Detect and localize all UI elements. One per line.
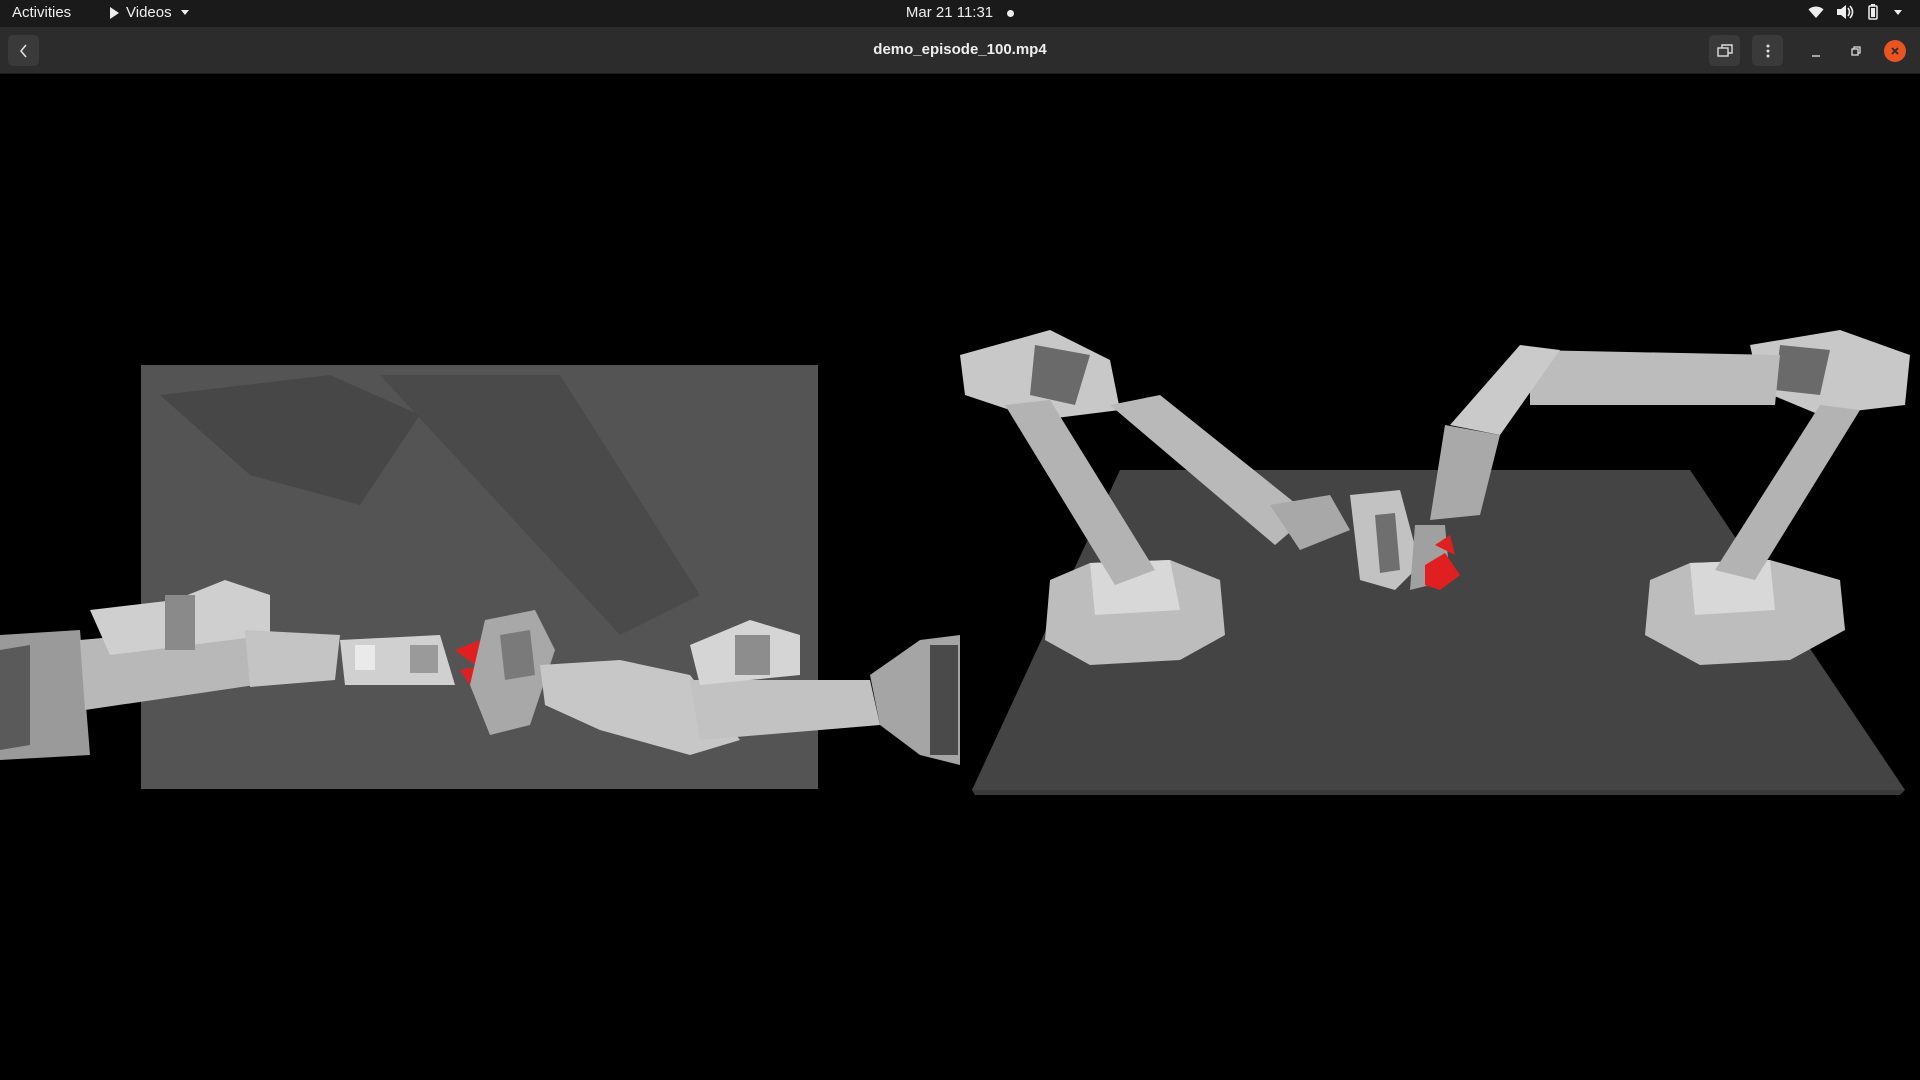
- close-icon: [1891, 47, 1899, 55]
- system-menu-caret-icon: [1894, 9, 1902, 15]
- wifi-icon: [1808, 6, 1824, 18]
- notification-dot-icon: [1007, 9, 1015, 17]
- clock[interactable]: Mar 21 11:31: [0, 4, 1920, 21]
- window-title: demo_episode_100.mp4: [873, 41, 1047, 58]
- restore-icon: [1851, 46, 1861, 56]
- more-options-button[interactable]: [1752, 35, 1783, 66]
- video-frame: [0, 330, 1910, 795]
- fullscreen-button[interactable]: [1709, 35, 1740, 66]
- volume-icon: [1837, 5, 1854, 19]
- top-bar: Activities Videos Mar 21 11:31: [0, 0, 1920, 27]
- fullscreen-icon: [1716, 43, 1733, 57]
- battery-icon: [1868, 4, 1878, 20]
- video-player[interactable]: [0, 75, 1920, 1080]
- maximize-button[interactable]: [1848, 43, 1864, 59]
- minimize-button[interactable]: [1808, 45, 1824, 61]
- close-button[interactable]: [1884, 40, 1906, 62]
- more-vertical-icon: [1766, 44, 1769, 57]
- left-camera-view: [0, 365, 960, 789]
- minimize-icon: [1812, 55, 1820, 57]
- right-camera-view: [960, 330, 1910, 795]
- header-bar: demo_episode_100.mp4: [0, 27, 1920, 74]
- system-tray[interactable]: [1808, 4, 1902, 20]
- clock-label: Mar 21 11:31: [905, 4, 994, 21]
